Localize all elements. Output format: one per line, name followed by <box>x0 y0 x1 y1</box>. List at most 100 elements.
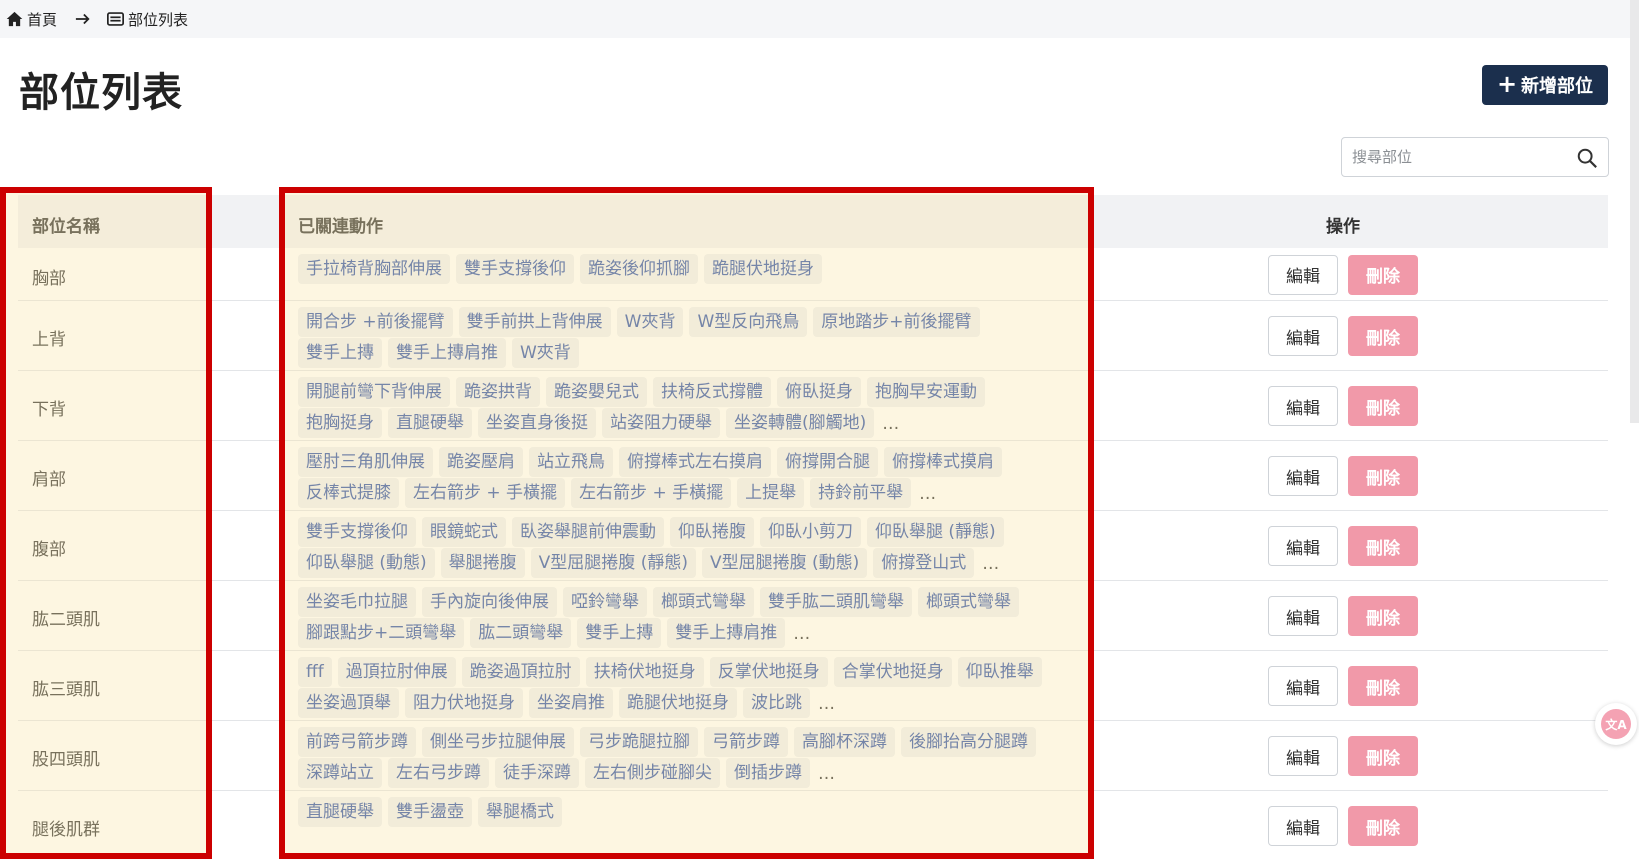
operations-cell: 編輯 刪除 <box>1268 254 1418 295</box>
action-tag: 俯撐棒式摸肩 <box>884 447 1002 477</box>
action-tag: 仰臥小剪刀 <box>760 517 861 547</box>
add-part-button[interactable]: + 新增部位 <box>1482 65 1608 105</box>
action-tag: 弓箭步蹲 <box>704 727 788 757</box>
action-tag: W夾背 <box>512 338 579 368</box>
action-tag: 坐姿毛巾拉腿 <box>298 587 416 617</box>
more-ellipsis: … <box>882 413 900 434</box>
action-tag: 雙手肱二頭肌彎舉 <box>760 587 912 617</box>
delete-button[interactable]: 刪除 <box>1348 386 1418 426</box>
part-name-cell: 腿後肌群 <box>32 820 100 840</box>
edit-button[interactable]: 編輯 <box>1268 526 1338 566</box>
action-tag: 眼鏡蛇式 <box>422 517 506 547</box>
scrollbar[interactable] <box>1630 0 1639 423</box>
action-tag: 肱二頭彎舉 <box>470 618 572 648</box>
edit-button[interactable]: 編輯 <box>1268 666 1338 706</box>
search-input[interactable] <box>1352 148 1572 166</box>
delete-button[interactable]: 刪除 <box>1348 456 1418 496</box>
delete-button[interactable]: 刪除 <box>1348 666 1418 706</box>
part-name-cell: 上背 <box>32 330 66 350</box>
action-tag: 跪腿伏地挺身 <box>704 254 822 284</box>
action-tag: W型反向飛鳥 <box>689 307 808 337</box>
linked-actions-cell: 前跨弓箭步蹲 側坐弓步拉腿伸展 弓步跪腿拉腳 弓箭步蹲 高腳杯深蹲 後腳抬高分腿蹲 深蹲站立… <box>298 727 1058 789</box>
operations-cell: 編輯 刪除 <box>1268 456 1418 496</box>
action-tag: 雙手上摶 <box>577 618 662 648</box>
operations-cell: 編輯 刪除 <box>1268 806 1418 846</box>
table-header: 部位名稱 已關連動作 操作 <box>18 195 1608 248</box>
more-ellipsis: … <box>793 623 811 644</box>
parts-table: 部位名稱 已關連動作 操作 胸部 手拉椅背胸部伸展 雙手支撐後仰 跪姿後仰抓腳 跪腿伏地… <box>18 195 1608 859</box>
action-tag: 反掌伏地挺身 <box>709 657 828 687</box>
delete-button[interactable]: 刪除 <box>1348 806 1418 846</box>
table-row: 腹部 雙手支撐後仰 眼鏡蛇式 臥姿舉腿前伸震動 仰臥捲腹 仰臥小剪刀 仰臥舉腿 (靜態) 仰臥… <box>18 511 1608 581</box>
action-tag: 榔頭式彎舉 <box>653 587 754 617</box>
action-tag: 仰臥舉腿 (靜態) <box>867 517 1004 547</box>
action-tag: 跪腿伏地挺身 <box>619 688 737 718</box>
part-name-cell: 胸部 <box>32 268 66 289</box>
edit-button[interactable]: 編輯 <box>1268 386 1338 426</box>
action-tag: 坐姿轉體(腳觸地) <box>726 408 875 438</box>
operations-cell: 編輯 刪除 <box>1268 316 1418 356</box>
action-tag: 左右側步碰腳尖 <box>585 758 720 788</box>
action-tag: 後腳抬高分腿蹲 <box>901 727 1036 757</box>
action-tag: 扶椅伏地挺身 <box>585 657 704 687</box>
edit-button[interactable]: 編輯 <box>1268 316 1338 356</box>
header-linked-actions: 已關連動作 <box>298 217 383 237</box>
action-tag: 坐姿過頂舉 <box>298 688 399 718</box>
action-tag: 俯臥挺身 <box>777 377 861 407</box>
table-row: 下背 開腿前彎下背伸展 跪姿拱背 跪姿嬰兒式 扶椅反式撐體 俯臥挺身 抱胸早安運動 抱胸挺身直… <box>18 371 1608 441</box>
action-tag: 雙手前拱上背伸展 <box>458 307 611 337</box>
table-row: 肱三頭肌 fff 過頂拉肘伸展 跪姿過頂拉肘 扶椅伏地挺身 反掌伏地挺身 合掌伏地挺身 仰臥推… <box>18 651 1608 721</box>
operations-cell: 編輯 刪除 <box>1268 386 1418 426</box>
delete-button[interactable]: 刪除 <box>1348 596 1418 636</box>
edit-button[interactable]: 編輯 <box>1268 456 1338 496</box>
delete-button[interactable]: 刪除 <box>1348 316 1418 356</box>
action-tag: 開合步 +前後擺臂 <box>298 307 453 337</box>
table-row: 腿後肌群 直腿硬舉 雙手盪壺 舉腿橋式 編輯 刪除 <box>18 791 1608 859</box>
linked-actions-cell: 開腿前彎下背伸展 跪姿拱背 跪姿嬰兒式 扶椅反式撐體 俯臥挺身 抱胸早安運動 抱胸挺身 直腿硬… <box>298 377 1058 439</box>
action-tag: 雙手上摶 <box>298 338 382 368</box>
action-tag: 站立飛鳥 <box>529 447 613 477</box>
translate-button[interactable]: 文A <box>1595 703 1637 745</box>
action-tag: 持鈴前平舉 <box>810 478 912 508</box>
action-tag: 跪姿嬰兒式 <box>546 377 647 407</box>
header-part-name: 部位名稱 <box>32 217 100 237</box>
operations-cell: 編輯 刪除 <box>1268 596 1418 636</box>
action-tag: V型屈腿捲腹 (動態) <box>701 548 868 578</box>
table-row: 上背 開合步 +前後擺臂 雙手前拱上背伸展 W夾背 W型反向飛鳥 原地踏步+前後擺臂 雙手上… <box>18 301 1608 371</box>
search-icon[interactable] <box>1576 147 1598 169</box>
more-ellipsis: … <box>919 483 937 504</box>
action-tag: 直腿硬舉 <box>388 408 472 438</box>
breadcrumb-current: 部位列表 <box>107 9 188 30</box>
action-tag: 左右弓步蹲 <box>388 758 489 788</box>
part-name-cell: 肱三頭肌 <box>32 680 100 700</box>
action-tag: 壓肘三角肌伸展 <box>298 447 433 477</box>
action-tag: 舉腿橋式 <box>478 797 562 827</box>
action-tag: 扶椅反式撐體 <box>653 377 771 407</box>
action-tag: 倒插步蹲 <box>726 758 810 788</box>
breadcrumb-home[interactable]: 首頁 <box>6 9 57 30</box>
linked-actions-cell: 手拉椅背胸部伸展 雙手支撐後仰 跪姿後仰抓腳 跪腿伏地挺身 <box>298 254 1058 285</box>
delete-button[interactable]: 刪除 <box>1348 254 1418 295</box>
edit-button[interactable]: 編輯 <box>1268 806 1338 846</box>
action-tag: 站姿阻力硬舉 <box>602 408 720 438</box>
action-tag: 波比跳 <box>743 688 810 718</box>
part-name-cell: 肱二頭肌 <box>32 610 100 630</box>
action-tag: 過頂拉肘伸展 <box>337 657 456 687</box>
edit-button[interactable]: 編輯 <box>1268 596 1338 636</box>
edit-button[interactable]: 編輯 <box>1268 736 1338 776</box>
action-tag: 跪姿拱背 <box>456 377 540 407</box>
breadcrumb-current-label: 部位列表 <box>128 10 189 29</box>
action-tag: 高腳杯深蹲 <box>794 727 895 757</box>
plus-icon: + <box>1496 70 1518 98</box>
action-tag: 坐姿直身後挺 <box>478 408 596 438</box>
delete-button[interactable]: 刪除 <box>1348 736 1418 776</box>
action-tag: 手內旋向後伸展 <box>422 587 557 617</box>
delete-button[interactable]: 刪除 <box>1348 526 1418 566</box>
part-name-cell: 腹部 <box>32 540 66 560</box>
action-tag: 雙手盪壺 <box>388 797 472 827</box>
action-tag: 臥姿舉腿前伸震動 <box>512 517 664 547</box>
edit-button[interactable]: 編輯 <box>1268 254 1338 295</box>
action-tag: 前跨弓箭步蹲 <box>298 727 416 757</box>
linked-actions-cell: 開合步 +前後擺臂 雙手前拱上背伸展 W夾背 W型反向飛鳥 原地踏步+前後擺臂 雙手上摶雙… <box>298 307 1058 369</box>
part-name-cell: 下背 <box>32 400 66 420</box>
